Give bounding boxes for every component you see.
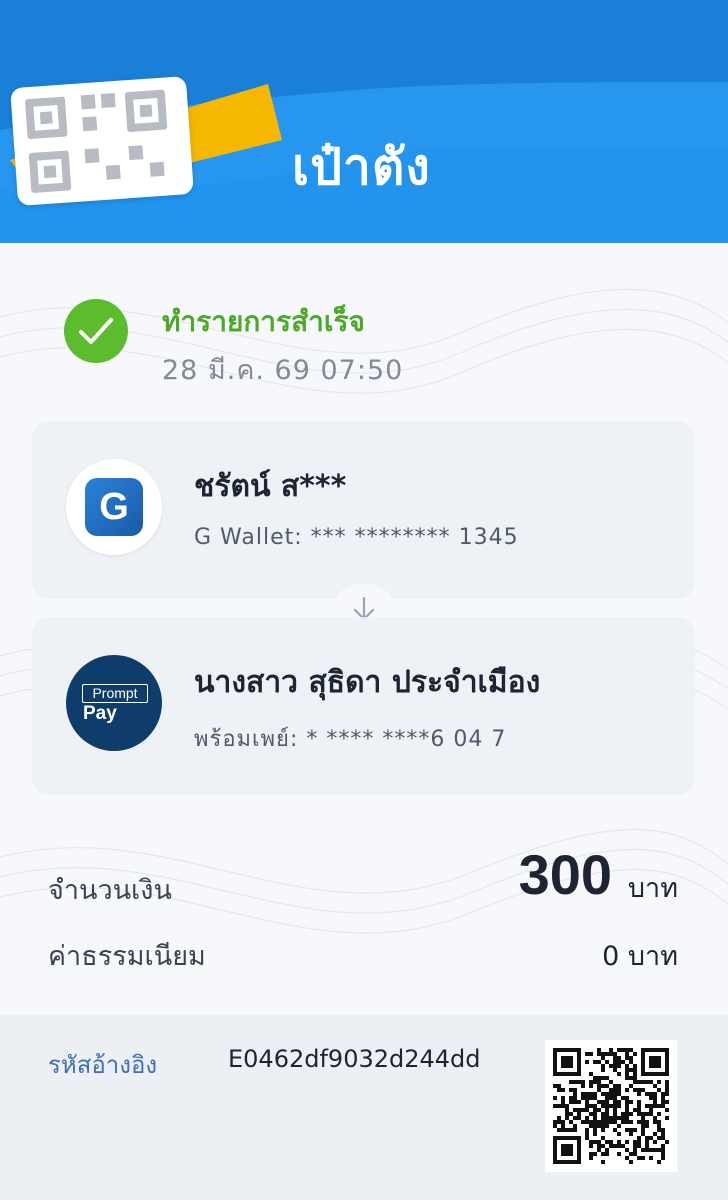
amount-unit: บาท bbox=[627, 873, 678, 904]
sender-account: G Wallet: *** ******** 1345 bbox=[194, 525, 519, 550]
promptpay-icon: Prompt Pay bbox=[66, 655, 162, 751]
app-header: เป๋าตัง bbox=[0, 0, 728, 243]
reference-label: รหัสอ้างอิง bbox=[48, 1051, 158, 1079]
fee-label: ค่าธรรมเนียม bbox=[48, 941, 206, 972]
sender-card: G ชรัตน์ ส*** G Wallet: *** ******** 134… bbox=[32, 421, 695, 599]
sender-name: ชรัตน์ ส*** bbox=[194, 469, 347, 504]
amount-label: จำนวนเงิน bbox=[48, 875, 172, 906]
amount-value: 300 bbox=[518, 843, 612, 906]
verification-qr-code[interactable] bbox=[545, 1040, 677, 1172]
receiver-account: พร้อมเพย์: * **** ****6 04 7 bbox=[194, 727, 507, 752]
transaction-datetime: 28 มี.ค. 69 07:50 bbox=[162, 355, 404, 386]
receiver-name: นางสาว สุธิดา ประจำเมือง bbox=[194, 665, 541, 700]
reference-value: E0462df9032d244dd bbox=[228, 1045, 481, 1073]
g-wallet-avatar: G bbox=[66, 459, 162, 555]
g-wallet-icon: G bbox=[85, 478, 143, 536]
status-title: ทำรายการสำเร็จ bbox=[162, 305, 365, 338]
promptpay-logo-bottom: Pay bbox=[83, 703, 117, 724]
receiver-card: Prompt Pay นางสาว สุธิดา ประจำเมือง พร้อ… bbox=[32, 617, 695, 795]
header-qr-illustration bbox=[10, 76, 194, 206]
success-check-icon bbox=[64, 299, 128, 363]
qr-code-icon bbox=[553, 1048, 669, 1164]
fee-value: 0 บาท bbox=[602, 941, 678, 972]
qr-illustration-icon bbox=[25, 89, 168, 193]
page-title: เป๋าตัง bbox=[292, 138, 431, 196]
promptpay-logo-top: Prompt bbox=[82, 684, 148, 703]
